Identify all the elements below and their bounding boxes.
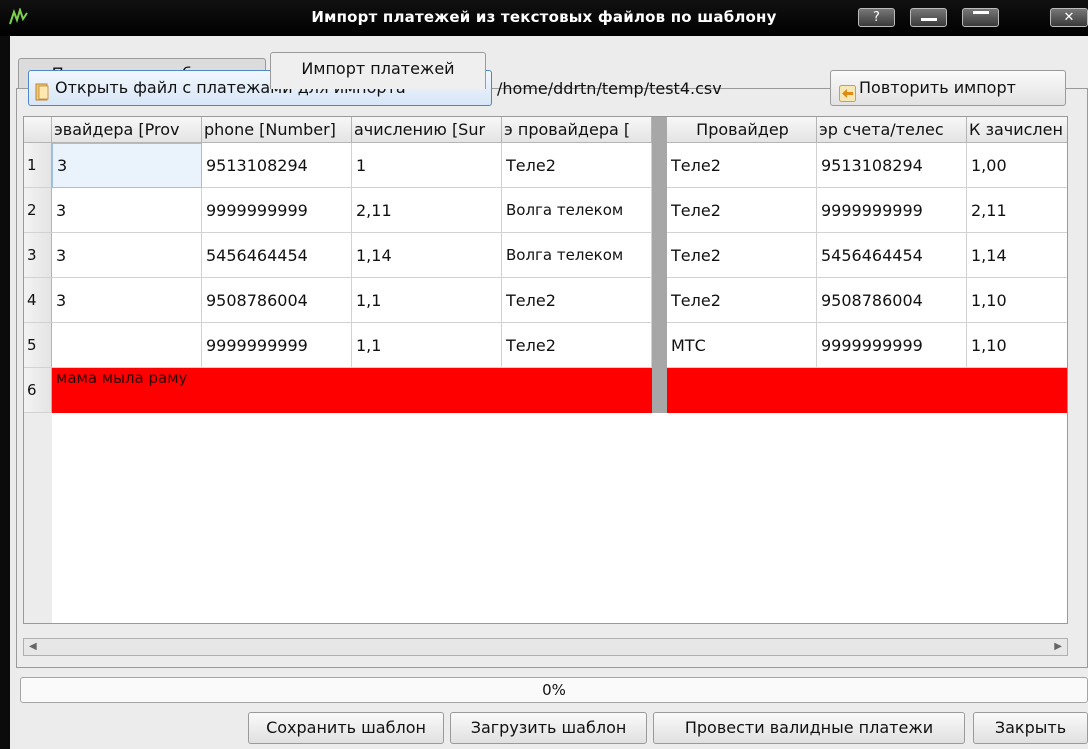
table-cell[interactable]: Теле2: [667, 233, 817, 278]
column-separator: [652, 143, 667, 188]
table-cell[interactable]: [52, 323, 202, 368]
table-cell[interactable]: Волга телеком: [502, 233, 652, 278]
row-number[interactable]: 3: [24, 233, 52, 278]
table-cell[interactable]: 3: [52, 278, 202, 323]
table-cell[interactable]: 2,11: [352, 188, 502, 233]
table-cell[interactable]: 2,11: [967, 188, 1067, 233]
table-cell[interactable]: 9999999999: [817, 188, 967, 233]
table-cell[interactable]: 1,1: [352, 323, 502, 368]
table-corner: [24, 117, 52, 143]
row-number[interactable]: 5: [24, 323, 52, 368]
row-number[interactable]: 6: [24, 368, 52, 413]
load-template-button[interactable]: Загрузить шаблон: [450, 712, 647, 744]
table-cell[interactable]: Теле2: [502, 278, 652, 323]
column-separator: [652, 117, 667, 143]
close-window-button[interactable]: ✕: [1050, 8, 1088, 27]
column-header[interactable]: эр счета/телес: [817, 117, 967, 143]
progress-bar: 0%: [20, 677, 1088, 703]
save-template-button[interactable]: Сохранить шаблон: [248, 712, 444, 744]
error-cell[interactable]: [967, 368, 1067, 413]
repeat-import-button[interactable]: Повторить импорт: [830, 70, 1066, 106]
scroll-left-icon[interactable]: ◀: [29, 641, 37, 652]
error-cell[interactable]: мама мыла раму: [52, 368, 202, 413]
column-separator: [652, 188, 667, 233]
table-cell[interactable]: Теле2: [502, 143, 652, 188]
horizontal-scrollbar[interactable]: ◀ ▶: [23, 638, 1068, 656]
folder-icon: [35, 79, 50, 101]
row-number[interactable]: 2: [24, 188, 52, 233]
table-cell[interactable]: 9999999999: [202, 323, 352, 368]
payments-table[interactable]: эвайдера [Prov phone [Number] ачислению …: [23, 116, 1068, 624]
repeat-import-label: Повторить импорт: [859, 78, 1016, 97]
table-cell[interactable]: Волга телеком: [502, 188, 652, 233]
table-cell[interactable]: Теле2: [667, 143, 817, 188]
error-cell[interactable]: [817, 368, 967, 413]
table-cell[interactable]: 3: [52, 188, 202, 233]
column-header[interactable]: phone [Number]: [202, 117, 352, 143]
table-cell[interactable]: 1: [352, 143, 502, 188]
table-cell[interactable]: 1,10: [967, 323, 1067, 368]
column-header[interactable]: К зачислен: [967, 117, 1067, 143]
table-cell[interactable]: 9999999999: [202, 188, 352, 233]
tab-payment-import[interactable]: Импорт платежей: [270, 52, 486, 89]
table-cell[interactable]: 3: [52, 143, 202, 188]
column-separator: [652, 323, 667, 368]
table-cell[interactable]: 5456464454: [817, 233, 967, 278]
scroll-right-icon[interactable]: ▶: [1054, 641, 1062, 652]
help-button[interactable]: ?: [858, 8, 895, 27]
column-separator: [652, 278, 667, 323]
file-path: /home/ddrtn/temp/test4.csv: [497, 79, 722, 98]
row-header-fill: [24, 413, 52, 623]
column-separator: [652, 233, 667, 278]
title-bar[interactable]: Импорт платежей из текстовых файлов по ш…: [0, 0, 1088, 36]
table-cell[interactable]: 9999999999: [817, 323, 967, 368]
table-cell[interactable]: Теле2: [667, 188, 817, 233]
table-cell[interactable]: 9513108294: [817, 143, 967, 188]
table-cell[interactable]: 9508786004: [817, 278, 967, 323]
table-cell[interactable]: Теле2: [502, 323, 652, 368]
column-header[interactable]: эвайдера [Prov: [52, 117, 202, 143]
maximize-button[interactable]: [962, 8, 999, 27]
error-cell[interactable]: [502, 368, 652, 413]
table-cell[interactable]: 9508786004: [202, 278, 352, 323]
close-button[interactable]: Закрыть: [973, 712, 1088, 744]
table-cell[interactable]: 5456464454: [202, 233, 352, 278]
table-cell[interactable]: 1,1: [352, 278, 502, 323]
table-cell[interactable]: МТС: [667, 323, 817, 368]
column-header[interactable]: ачислению [Sur: [352, 117, 502, 143]
column-header[interactable]: Провайдер: [667, 117, 817, 143]
table-cell[interactable]: 1,14: [352, 233, 502, 278]
error-cell[interactable]: [202, 368, 352, 413]
table-cell[interactable]: 1,10: [967, 278, 1067, 323]
minimize-button[interactable]: [910, 8, 947, 27]
row-number[interactable]: 4: [24, 278, 52, 323]
table-cell[interactable]: 9513108294: [202, 143, 352, 188]
row-number[interactable]: 1: [24, 143, 52, 188]
table-cell[interactable]: 1,00: [967, 143, 1067, 188]
back-arrow-icon: [839, 80, 856, 102]
table-cell[interactable]: 1,14: [967, 233, 1067, 278]
table-cell[interactable]: 3: [52, 233, 202, 278]
error-cell[interactable]: [667, 368, 817, 413]
table-cell[interactable]: Теле2: [667, 278, 817, 323]
column-separator: [652, 368, 667, 413]
error-cell[interactable]: [352, 368, 502, 413]
column-header[interactable]: э провайдера [: [502, 117, 652, 143]
process-valid-payments-button[interactable]: Провести валидные платежи: [653, 712, 965, 744]
